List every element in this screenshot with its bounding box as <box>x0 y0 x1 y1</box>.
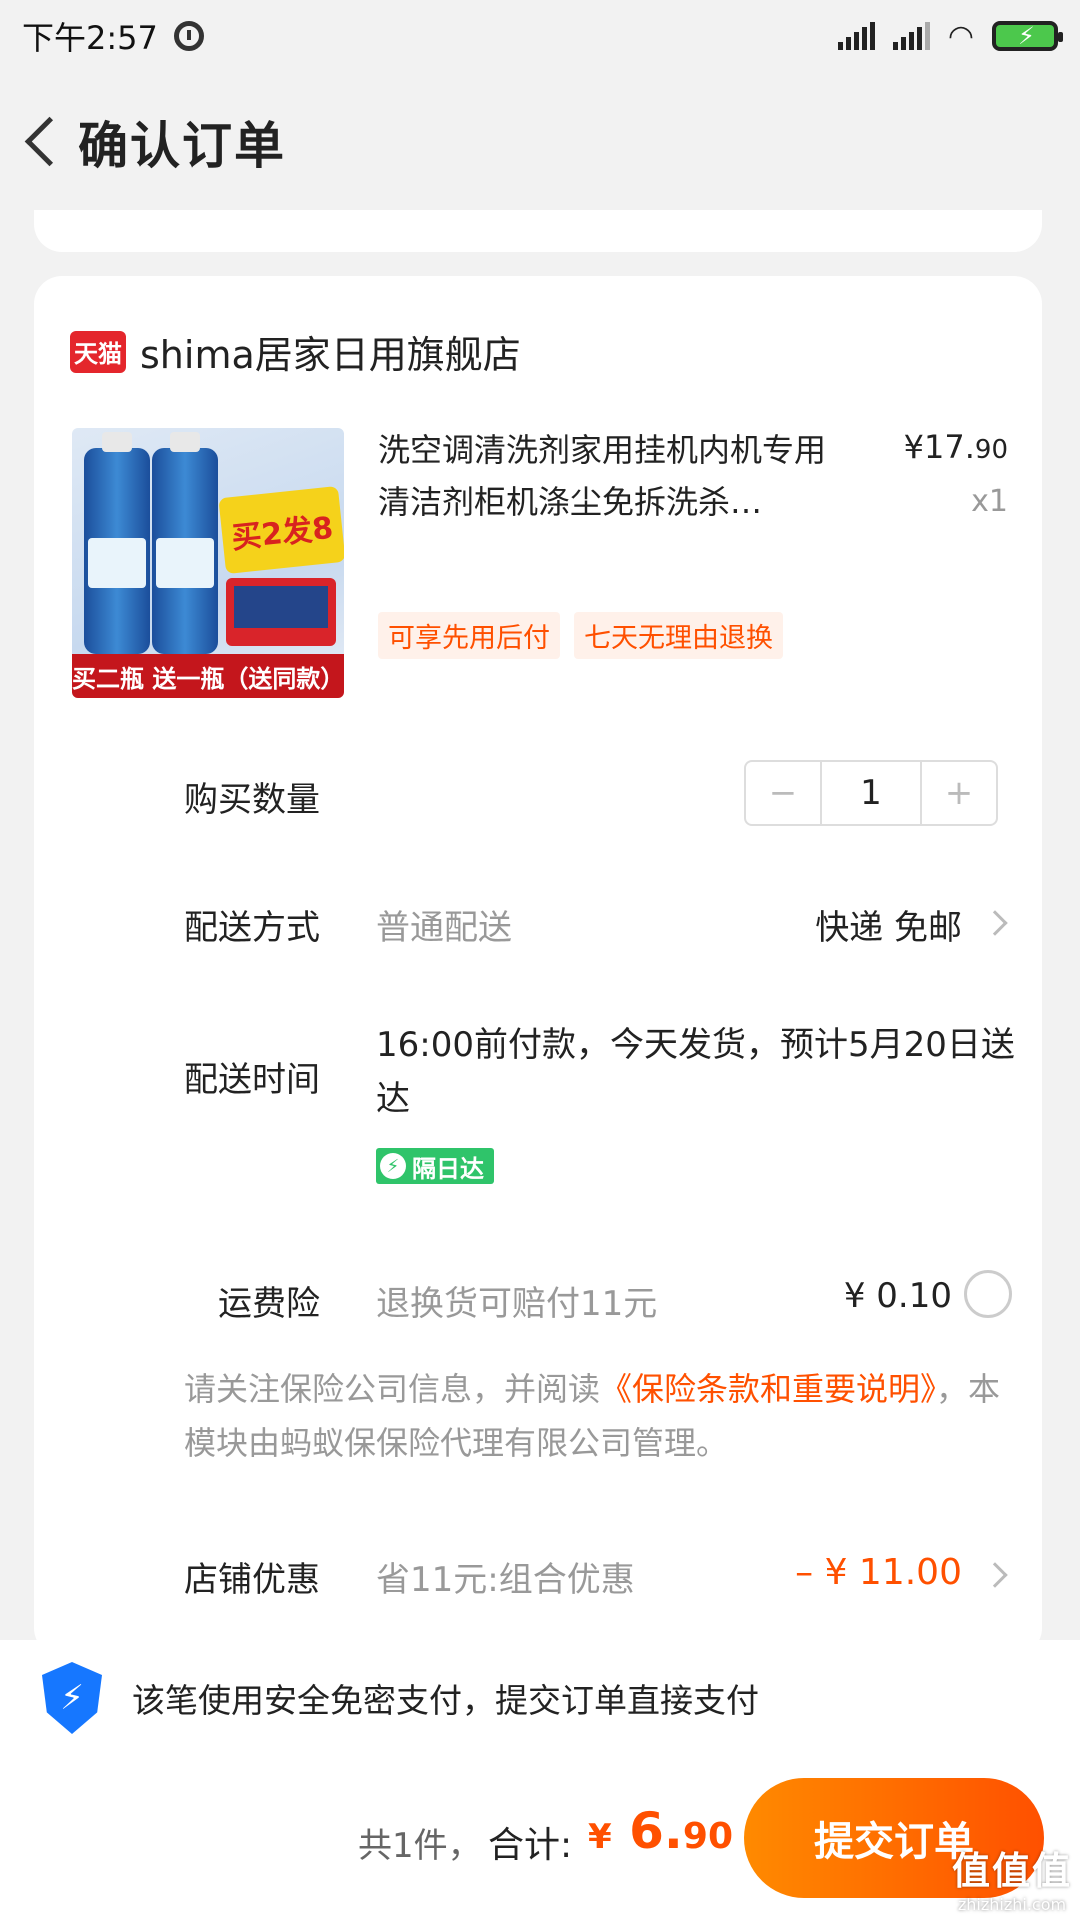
insurance-note: 请关注保险公司信息，并阅读《保险条款和重要说明》，本模块由蚂蚁保保险代理有限公司… <box>184 1362 1014 1470</box>
discount-value[interactable]: – ¥ 11.00 <box>795 1552 962 1593</box>
item-count: 共1件， <box>358 1826 482 1866</box>
quantity-value[interactable]: 1 <box>820 762 922 824</box>
delivery-label: 配送方式 <box>184 908 320 948</box>
product-image[interactable]: 买2发8 买二瓶 送一瓶（送同款） <box>72 428 344 698</box>
battery-icon: ⚡ <box>992 21 1063 51</box>
signal-icon-2 <box>892 22 930 50</box>
shop-row[interactable]: 天猫 shima居家日用旗舰店 <box>70 324 521 379</box>
total-value: ¥ 6.90 <box>588 1802 733 1860</box>
delivery-value[interactable]: 快递 免邮 <box>815 900 962 949</box>
watermark: 值值值 zhizhizhi.com <box>952 1840 1072 1914</box>
signal-icon <box>837 22 875 50</box>
shop-name: shima居家日用旗舰店 <box>140 333 521 377</box>
order-card: 天猫 shima居家日用旗舰店 买2发8 买二瓶 送一瓶（送同款） 洗空调清洗剂… <box>34 276 1042 1656</box>
total-label: 合计: <box>488 1825 573 1866</box>
total-cents: 90 <box>682 1816 733 1857</box>
gift-box-image <box>226 578 336 646</box>
secure-pay-text: 该笔使用安全免密支付，提交订单直接支付 <box>132 1681 759 1720</box>
lightning-icon: ⚡ <box>380 1153 406 1179</box>
status-bar: 下午2:57 ◠ ⚡ <box>0 0 1080 72</box>
chevron-right-icon[interactable] <box>982 1562 1008 1588</box>
shield-icon: ⚡ <box>42 1662 102 1734</box>
insurance-price: ¥ 0.10 <box>843 1276 952 1316</box>
status-icons: ◠ ⚡ <box>837 18 1063 54</box>
delivery-time-text: 16:00前付款，今天发货，预计5月20日送达 <box>376 1025 1015 1119</box>
header: 确认订单 <box>0 92 1080 192</box>
product-price: ¥17.90 <box>904 428 1008 466</box>
insurance-radio[interactable] <box>964 1270 1012 1318</box>
insurance-label: 运费险 <box>218 1284 320 1324</box>
tag-seven-day-return: 七天无理由退换 <box>574 612 783 659</box>
delivery-time-label: 配送时间 <box>184 1060 320 1100</box>
decrement-button[interactable]: − <box>746 762 820 824</box>
insurance-desc: 退换货可赔付11元 <box>376 1284 658 1324</box>
quantity-label: 购买数量 <box>184 780 320 820</box>
address-card-bottom <box>34 210 1042 252</box>
quantity-stepper: − 1 + <box>744 760 998 826</box>
watermark-logo: 值值值 <box>951 1849 1072 1893</box>
discount-desc: 省11元:组合优惠 <box>376 1560 635 1600</box>
increment-button[interactable]: + <box>922 762 996 824</box>
chevron-right-icon[interactable] <box>982 910 1008 936</box>
wifi-icon: ◠ <box>947 18 974 54</box>
product-quantity: x1 <box>971 484 1008 519</box>
page-title: 确认订单 <box>78 117 286 175</box>
status-time: 下午2:57 <box>22 19 158 57</box>
product-tags: 可享先用后付 七天无理由退换 <box>378 612 783 659</box>
next-day-label: 隔日达 <box>412 1154 484 1183</box>
image-footer-banner: 买二瓶 送一瓶（送同款） <box>72 654 344 698</box>
next-day-badge: ⚡ 隔日达 <box>376 1148 494 1184</box>
product-title[interactable]: 洗空调清洗剂家用挂机内机专用清洁剂柜机涤尘免拆洗杀… <box>378 424 848 528</box>
back-icon[interactable] <box>8 92 78 192</box>
price-cents: 90 <box>974 435 1008 465</box>
alarm-icon <box>173 21 204 51</box>
secure-pay-bar: ⚡ 该笔使用安全免密支付，提交订单直接支付 <box>0 1640 1080 1756</box>
checkout-bar: 共1件， 合计: ¥ 6.90 提交订单 值值值 zhizhizhi.com <box>0 1756 1080 1920</box>
spray-can-image <box>84 432 150 654</box>
insurance-terms-link[interactable]: 《保险条款和重要说明》 <box>600 1370 936 1408</box>
discount-label: 店铺优惠 <box>184 1560 320 1600</box>
tmall-icon: 天猫 <box>70 330 126 373</box>
spray-can-image <box>152 432 218 654</box>
price-main: ¥17. <box>903 428 975 466</box>
total-main: 6. <box>629 1802 683 1860</box>
promo-badge: 买2发8 <box>218 485 344 575</box>
tag-pay-later: 可享先用后付 <box>378 612 560 659</box>
insurance-note-text: 请关注保险公司信息，并阅读 <box>184 1370 601 1408</box>
watermark-site: zhizhizhi.com <box>957 1895 1067 1914</box>
delivery-method: 普通配送 <box>376 908 512 948</box>
total-currency: ¥ <box>588 1817 612 1857</box>
